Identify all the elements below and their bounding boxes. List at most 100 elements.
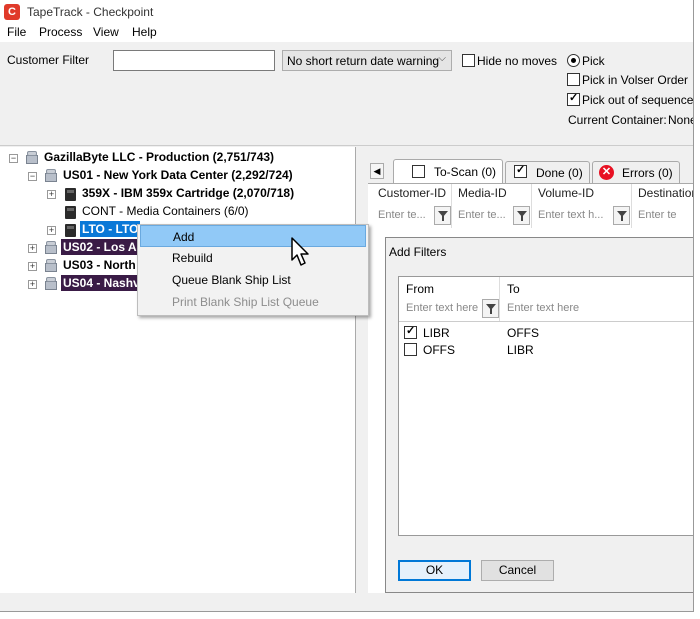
expand-icon[interactable]: + xyxy=(47,190,56,199)
tab-strip: ◀ To-Scan (0) Done (0) ✕ Errors (0) xyxy=(368,159,693,183)
checked-box-icon xyxy=(514,163,527,178)
menu-item-add[interactable]: Add xyxy=(140,225,366,247)
row-checkbox[interactable] xyxy=(404,324,417,339)
tree-node-label: GazillaByte LLC - Production (2,751/743) xyxy=(44,150,275,164)
server-icon xyxy=(44,259,58,273)
expand-icon[interactable]: + xyxy=(28,262,37,271)
filter-row[interactable]: OFFS LIBR xyxy=(399,340,693,358)
media-id-filter-input[interactable]: Enter te... xyxy=(456,206,513,226)
row-to: LIBR xyxy=(507,343,534,357)
collapse-icon[interactable]: − xyxy=(28,172,37,181)
tab-scroll-left-icon[interactable]: ◀ xyxy=(370,163,384,179)
expand-icon[interactable]: + xyxy=(28,244,37,253)
filters-grid: From To Enter text here Enter text here … xyxy=(398,276,693,536)
destination-filter-input[interactable]: Enter te xyxy=(636,206,693,226)
col-header-to[interactable]: To xyxy=(507,282,520,296)
volume-id-filter-input[interactable]: Enter text h... xyxy=(536,206,613,226)
app-logo-icon: C xyxy=(4,4,20,20)
header-divider xyxy=(399,321,693,322)
tree-context-menu: Add Rebuild Queue Blank Ship List Print … xyxy=(137,224,369,316)
col-header-destination[interactable]: Destination xyxy=(638,186,693,200)
title-bar: C TapeTrack - Checkpoint xyxy=(0,0,693,24)
menu-file[interactable]: File xyxy=(7,25,26,39)
tab-label: To-Scan (0) xyxy=(434,165,497,179)
app-window: C TapeTrack - Checkpoint File Process Vi… xyxy=(0,0,694,612)
expand-icon[interactable]: + xyxy=(28,280,37,289)
column-separator xyxy=(499,277,500,321)
column-separator xyxy=(531,184,532,228)
ok-button[interactable]: OK xyxy=(398,560,471,581)
tape-cartridge-icon xyxy=(65,224,76,237)
to-filter-input[interactable]: Enter text here xyxy=(507,302,579,314)
filter-row[interactable]: LIBR OFFS xyxy=(399,323,693,341)
tree-node-us01[interactable]: − US01 - New York Data Center (2,292/724… xyxy=(0,167,356,185)
pick-radio[interactable] xyxy=(567,54,580,67)
tape-cartridge-icon xyxy=(65,188,76,201)
pick-volser-checkbox[interactable] xyxy=(567,73,580,86)
filter-funnel-icon[interactable] xyxy=(434,206,451,225)
pick-volser-label: Pick in Volser Order xyxy=(582,73,689,87)
customer-filter-label: Customer Filter xyxy=(7,53,90,67)
column-separator xyxy=(631,184,632,228)
panel-splitter[interactable] xyxy=(356,147,368,611)
collapse-icon[interactable]: − xyxy=(9,154,18,163)
menu-help[interactable]: Help xyxy=(132,25,157,39)
pick-label: Pick xyxy=(582,54,605,68)
menu-view[interactable]: View xyxy=(93,25,119,39)
expand-icon[interactable]: + xyxy=(47,226,56,235)
menu-item-print-blank-ship-list-queue: Print Blank Ship List Queue xyxy=(172,295,319,309)
dialog-title: Add Filters xyxy=(389,245,447,259)
cancel-button[interactable]: Cancel xyxy=(481,560,554,581)
col-header-customer-id[interactable]: Customer-ID xyxy=(378,186,446,200)
col-header-volume-id[interactable]: Volume-ID xyxy=(538,186,594,200)
hide-no-moves-checkbox[interactable] xyxy=(462,54,475,67)
tree-node-359x[interactable]: + 359X - IBM 359x Cartridge (2,070/718) xyxy=(0,185,356,203)
row-checkbox[interactable] xyxy=(404,343,417,356)
server-icon xyxy=(25,151,39,165)
filter-funnel-icon[interactable] xyxy=(613,206,630,225)
tape-cartridge-icon xyxy=(65,206,76,219)
customer-id-filter-input[interactable]: Enter te... xyxy=(376,206,434,226)
filter-funnel-icon[interactable] xyxy=(513,206,530,225)
location-tree[interactable]: − GazillaByte LLC - Production (2,751/74… xyxy=(0,147,356,611)
menu-bar: File Process View Help xyxy=(0,24,693,42)
menu-process[interactable]: Process xyxy=(39,25,82,39)
status-strip xyxy=(0,593,693,611)
tab-errors[interactable]: ✕ Errors (0) xyxy=(592,161,680,183)
return-warning-select[interactable]: No short return date warning ⌵ xyxy=(282,50,452,71)
tree-node-label: US03 - North xyxy=(63,258,136,272)
menu-item-rebuild[interactable]: Rebuild xyxy=(140,247,366,269)
current-container-label: Current Container: xyxy=(568,113,667,127)
tree-node-label: US04 - Nashv xyxy=(61,275,142,291)
pick-out-seq-checkbox[interactable] xyxy=(567,91,580,106)
tree-node-cont[interactable]: CONT - Media Containers (6/0) xyxy=(0,203,356,221)
server-icon xyxy=(44,277,58,291)
row-from: OFFS xyxy=(423,343,455,357)
add-filters-dialog: Add Filters From To Enter text here Ente… xyxy=(385,237,693,593)
tab-label: Done (0) xyxy=(536,166,583,180)
chevron-down-icon: ⌵ xyxy=(438,53,446,64)
tree-node-label: US01 - New York Data Center (2,292/724) xyxy=(63,168,293,182)
window-title: TapeTrack - Checkpoint xyxy=(27,5,154,19)
customer-filter-input[interactable] xyxy=(113,50,275,71)
server-icon xyxy=(44,169,58,183)
options-toolbar: Customer Filter No short return date war… xyxy=(0,42,693,146)
row-from: LIBR xyxy=(423,326,450,340)
pick-out-seq-label: Pick out of sequence xyxy=(582,93,694,107)
mouse-pointer-icon xyxy=(291,237,309,266)
return-warning-value: No short return date warning xyxy=(287,54,440,68)
error-icon: ✕ xyxy=(599,165,614,180)
filter-funnel-icon[interactable] xyxy=(482,299,499,318)
tree-node-label: US02 - Los An xyxy=(61,239,146,255)
from-filter-input[interactable]: Enter text here xyxy=(406,302,478,314)
hide-no-moves-label: Hide no moves xyxy=(477,54,558,68)
column-separator xyxy=(451,184,452,228)
menu-item-queue-blank-ship-list[interactable]: Queue Blank Ship List xyxy=(140,269,366,291)
tree-node-root[interactable]: − GazillaByte LLC - Production (2,751/74… xyxy=(0,149,356,167)
tab-done[interactable]: Done (0) xyxy=(505,161,590,183)
tab-to-scan[interactable]: To-Scan (0) xyxy=(393,159,503,183)
col-header-from[interactable]: From xyxy=(406,282,434,296)
col-header-media-id[interactable]: Media-ID xyxy=(458,186,507,200)
server-icon xyxy=(44,241,58,255)
unchecked-box-icon xyxy=(412,165,425,178)
